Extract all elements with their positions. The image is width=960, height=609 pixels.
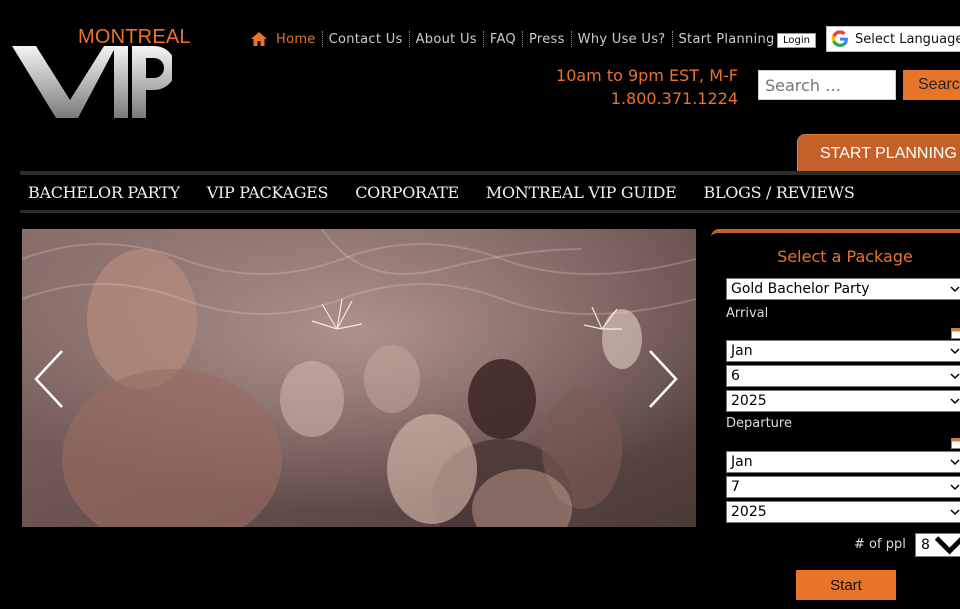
- package-select[interactable]: Gold Bachelor Party: [726, 278, 960, 300]
- google-g-icon: [831, 30, 849, 48]
- start-button[interactable]: Start: [796, 570, 896, 600]
- arrival-month-value: Jan: [731, 343, 753, 359]
- people-count-label: # of ppl: [854, 537, 906, 552]
- hero-slider[interactable]: [22, 229, 696, 527]
- arrival-day-value: 6: [731, 368, 740, 384]
- logo-vip-mark: [12, 42, 172, 122]
- chevron-down-icon: [949, 456, 960, 468]
- language-selector[interactable]: Select Language: [826, 26, 960, 52]
- home-icon[interactable]: [250, 30, 268, 48]
- site-logo[interactable]: MONTREAL: [12, 26, 192, 121]
- nav-bachelor-party[interactable]: BACHELOR PARTY: [28, 183, 180, 202]
- chevron-down-icon: [949, 370, 960, 382]
- business-hours: 10am to 9pm EST, M-F: [556, 64, 738, 87]
- language-label: Select Language: [855, 32, 960, 47]
- departure-year-value: 2025: [731, 504, 767, 520]
- departure-month-value: Jan: [731, 454, 753, 470]
- top-nav: Home Contact Us About Us FAQ Press Why U…: [250, 30, 781, 48]
- nav-vip-packages[interactable]: VIP PACKAGES: [207, 183, 329, 202]
- contact-info: 10am to 9pm EST, M-F 1.800.371.1224: [556, 64, 738, 110]
- chevron-down-icon: [949, 395, 960, 407]
- topnav-home[interactable]: Home: [274, 32, 322, 47]
- package-form-title: Select a Package: [711, 247, 960, 266]
- chevron-down-icon: [949, 283, 960, 295]
- arrival-day-select[interactable]: 6: [726, 365, 960, 387]
- calendar-icon[interactable]: [951, 327, 960, 339]
- chevron-down-icon: [930, 525, 960, 564]
- people-count-select[interactable]: 8: [915, 533, 960, 557]
- topnav-why-use-us[interactable]: Why Use Us?: [572, 32, 672, 47]
- phone-number[interactable]: 1.800.371.1224: [556, 87, 738, 110]
- topnav-start-planning[interactable]: Start Planning: [673, 32, 781, 47]
- nav-blogs-reviews[interactable]: BLOGS / REVIEWS: [704, 183, 855, 202]
- arrival-month-select[interactable]: Jan: [726, 340, 960, 362]
- topnav-press[interactable]: Press: [523, 32, 571, 47]
- nav-montreal-vip-guide[interactable]: MONTREAL VIP GUIDE: [486, 183, 677, 202]
- slider-prev-arrow[interactable]: [34, 349, 64, 409]
- nav-corporate[interactable]: CORPORATE: [355, 183, 459, 202]
- search-input[interactable]: [758, 70, 896, 100]
- chevron-down-icon: [949, 481, 960, 493]
- topnav-about-us[interactable]: About Us: [410, 32, 483, 47]
- slider-image: [22, 229, 696, 527]
- departure-day-select[interactable]: 7: [726, 476, 960, 498]
- chevron-down-icon: [949, 345, 960, 357]
- departure-month-select[interactable]: Jan: [726, 451, 960, 473]
- departure-day-value: 7: [731, 479, 740, 495]
- departure-label: Departure: [726, 416, 792, 431]
- login-button[interactable]: Login: [777, 33, 816, 48]
- start-planning-tab[interactable]: START PLANNING: [797, 134, 960, 172]
- main-nav: BACHELOR PARTY VIP PACKAGES CORPORATE MO…: [20, 171, 960, 213]
- chevron-down-icon: [949, 506, 960, 518]
- departure-year-select[interactable]: 2025: [726, 501, 960, 523]
- topnav-contact-us[interactable]: Contact Us: [323, 32, 409, 47]
- topnav-faq[interactable]: FAQ: [484, 32, 522, 47]
- package-form: Select a Package Gold Bachelor Party Arr…: [711, 229, 960, 609]
- calendar-icon[interactable]: [951, 437, 960, 449]
- package-value: Gold Bachelor Party: [731, 281, 870, 297]
- arrival-label: Arrival: [726, 306, 768, 321]
- slider-next-arrow[interactable]: [648, 349, 678, 409]
- search-button[interactable]: Search: [903, 70, 960, 100]
- arrival-year-value: 2025: [731, 393, 767, 409]
- arrival-year-select[interactable]: 2025: [726, 390, 960, 412]
- people-count-value: 8: [921, 537, 930, 553]
